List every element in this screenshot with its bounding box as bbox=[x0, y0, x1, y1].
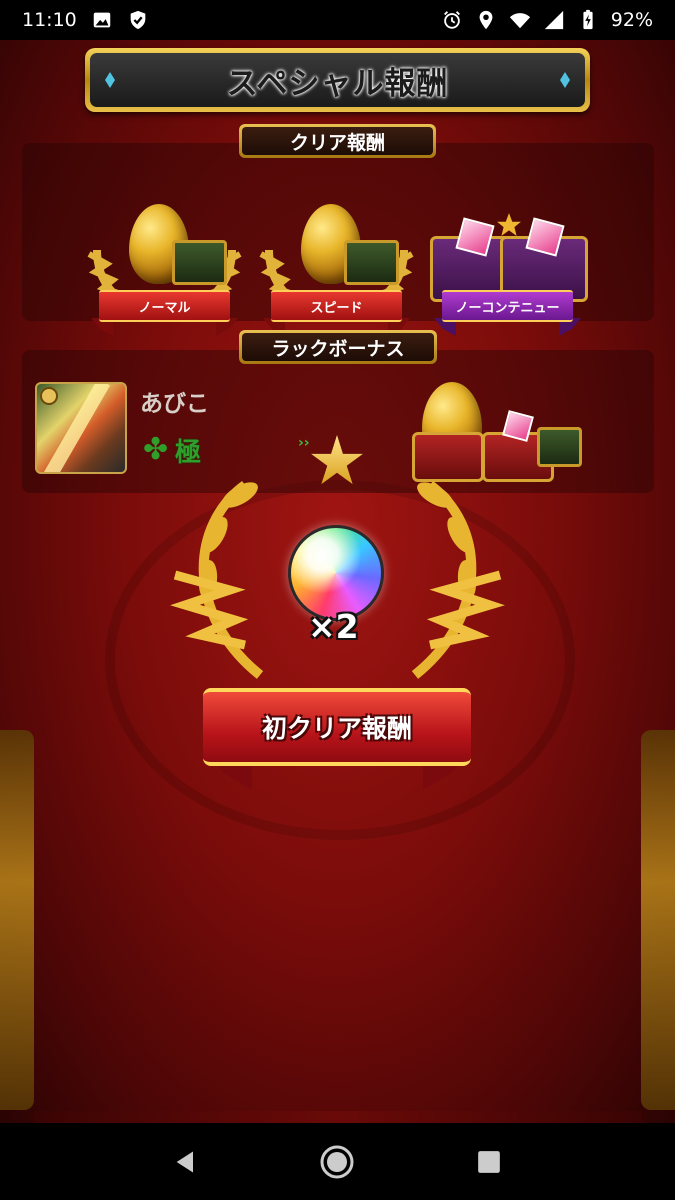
header-banner: スペシャル報酬 bbox=[85, 48, 590, 112]
right-frame bbox=[641, 730, 675, 1110]
reward-multiplier: ×2 bbox=[308, 607, 359, 646]
reward-speed-label: スピード bbox=[271, 290, 402, 322]
signal-icon bbox=[544, 10, 563, 30]
alarm-icon bbox=[443, 11, 460, 29]
wifi-icon bbox=[509, 13, 530, 29]
clear-reward-label: クリア報酬 bbox=[239, 124, 436, 158]
bottom-frame bbox=[34, 1111, 641, 1123]
pink-gem-icon bbox=[502, 410, 534, 442]
status-time: 11:10 bbox=[22, 9, 77, 31]
reward-no-continue[interactable]: ノーコンテニュー bbox=[430, 200, 588, 350]
character-portrait[interactable] bbox=[35, 382, 127, 474]
battery-icon bbox=[583, 9, 593, 30]
left-frame bbox=[0, 730, 34, 1110]
egg-case-icon bbox=[344, 240, 399, 285]
back-icon bbox=[176, 1151, 193, 1172]
game-screen[interactable]: スペシャル報酬 クリア報酬 ノーマル スピード ノーコンテニュー ラックボーナス… bbox=[0, 40, 675, 1123]
location-icon bbox=[479, 10, 493, 30]
arrow-icon: ›› bbox=[298, 435, 310, 451]
clear-reward-label-text: クリア報酬 bbox=[242, 127, 433, 155]
recents-button[interactable] bbox=[471, 1144, 507, 1180]
pink-gem-icon bbox=[525, 217, 565, 257]
navigation-bar bbox=[0, 1123, 675, 1200]
clover-icon: ✤ bbox=[143, 432, 169, 467]
back-button[interactable] bbox=[168, 1144, 204, 1180]
page-title: スペシャル報酬 bbox=[226, 65, 449, 102]
reward-no-continue-label: ノーコンテニュー bbox=[442, 290, 573, 322]
home-button[interactable] bbox=[319, 1144, 355, 1180]
player-name: あびこ bbox=[140, 391, 209, 417]
star-icon bbox=[497, 213, 521, 236]
element-badge-icon bbox=[40, 387, 58, 405]
pink-gem-icon bbox=[455, 217, 495, 257]
luck-bonus-label: ラックボーナス bbox=[239, 330, 437, 364]
recents-icon bbox=[478, 1150, 500, 1173]
battery-percent: 92% bbox=[610, 9, 653, 31]
image-icon bbox=[93, 12, 111, 28]
status-bar: 11:10 92% bbox=[0, 0, 675, 40]
luck-bonus-label-text: ラックボーナス bbox=[242, 333, 434, 361]
shield-icon bbox=[130, 10, 146, 30]
reward-normal[interactable]: ノーマル bbox=[87, 200, 242, 350]
first-clear-reward[interactable]: ›› ×2 初クリア報酬 bbox=[170, 435, 505, 790]
first-clear-label: 初クリア報酬 bbox=[203, 688, 471, 766]
reward-normal-label: ノーマル bbox=[99, 290, 230, 322]
reward-speed[interactable]: スピード bbox=[259, 200, 414, 350]
egg-case-icon bbox=[537, 427, 582, 467]
egg-case-icon bbox=[172, 240, 227, 285]
home-icon bbox=[320, 1145, 354, 1178]
